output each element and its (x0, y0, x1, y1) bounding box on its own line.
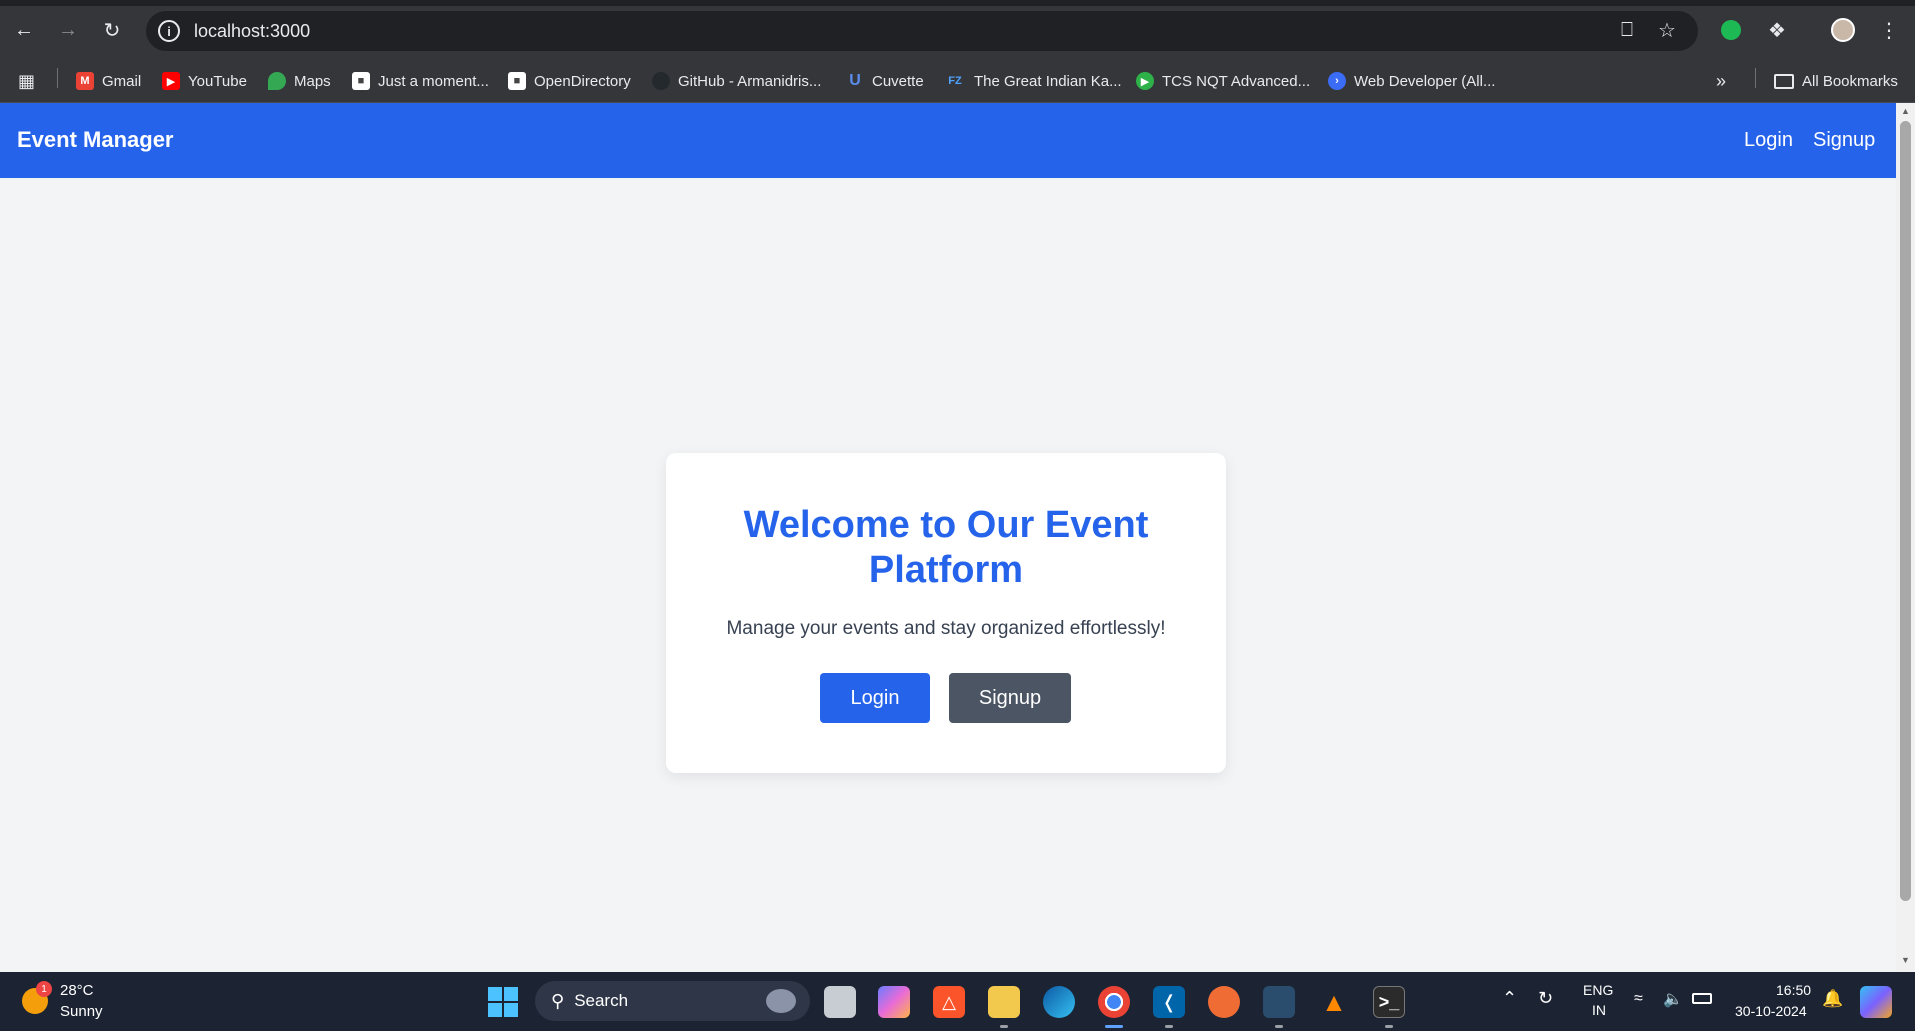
sync-icon[interactable]: ↻ (1538, 988, 1553, 1009)
weather-badge: 1 (36, 981, 52, 997)
site-info-icon[interactable]: i (158, 20, 180, 42)
postman-icon[interactable] (1208, 986, 1240, 1018)
running-indicator (1000, 1025, 1008, 1028)
copilot-pre-icon[interactable] (1860, 986, 1892, 1018)
bookmark-tcs-nqt[interactable]: ▶ TCS NQT Advanced... (1136, 68, 1310, 94)
bookmark-maps[interactable]: Maps (268, 68, 331, 94)
reload-icon[interactable]: ↻ (96, 14, 128, 46)
file-explorer-icon[interactable] (988, 986, 1020, 1018)
fz-icon: FZ (948, 75, 962, 87)
active-indicator (1105, 1025, 1123, 1028)
install-app-icon[interactable]: ⎕ (1612, 15, 1642, 45)
chrome-browser-icon[interactable] (1098, 986, 1130, 1018)
all-bookmarks-folder[interactable]: All Bookmarks (1774, 68, 1898, 94)
app-brand[interactable]: Event Manager (17, 127, 174, 153)
show-hidden-icons-chevron-icon[interactable]: ⌃ (1502, 988, 1517, 1009)
language-line2[interactable]: IN (1592, 1002, 1606, 1018)
page-icon: ■ (352, 72, 370, 90)
browser-toolbar: ← → ↻ i localhost:3000 ⎕ ☆ ❖ ⋮ (0, 0, 1915, 60)
page-icon: ■ (508, 72, 526, 90)
windows-start-icon[interactable] (487, 986, 519, 1018)
profile-avatar[interactable] (1828, 15, 1858, 45)
address-bar[interactable]: i localhost:3000 (146, 11, 1698, 51)
terminal-icon[interactable]: >_ (1373, 986, 1405, 1018)
windows-taskbar: 1 28°C Sunny ⚲ Search △ ❬ ▲ >_ ⌃ ↻ ENG I… (0, 972, 1915, 1031)
signup-button[interactable]: Signup (949, 673, 1071, 723)
copilot-icon[interactable] (878, 986, 910, 1018)
bookmark-star-icon[interactable]: ☆ (1652, 15, 1682, 45)
clock-time[interactable]: 16:50 (1776, 982, 1811, 998)
nav-login-link[interactable]: Login (1744, 129, 1793, 152)
bookmark-youtube[interactable]: ▶ YouTube (162, 68, 247, 94)
tab-strip (0, 0, 1915, 6)
notification-bell-icon[interactable]: 🔔 (1822, 989, 1843, 1009)
search-label: Search (574, 991, 629, 1010)
edge-browser-icon[interactable] (1043, 986, 1075, 1018)
cuvette-icon: U (849, 72, 861, 89)
running-indicator (1165, 1025, 1173, 1028)
battery-icon[interactable] (1692, 991, 1712, 1008)
bookmark-gmail[interactable]: M Gmail (76, 68, 141, 94)
bookmark-divider (1755, 68, 1756, 88)
wifi-icon[interactable]: ≈ (1634, 990, 1643, 1008)
running-indicator (1275, 1025, 1283, 1028)
bookmark-github[interactable]: GitHub - Armanidris... (652, 68, 821, 94)
taskbar-search[interactable]: ⚲ Search (535, 981, 810, 1021)
page-scrollbar[interactable]: ▲ ▼ (1896, 103, 1915, 972)
more-bookmarks-chevron-icon[interactable]: » (1716, 68, 1726, 94)
login-button[interactable]: Login (820, 673, 930, 723)
menu-kebab-icon[interactable]: ⋮ (1874, 15, 1904, 45)
welcome-subtitle: Manage your events and stay organized ef… (726, 618, 1166, 639)
volume-icon[interactable]: 🔈 (1663, 989, 1683, 1009)
github-icon (652, 72, 670, 90)
brave-browser-icon[interactable]: △ (933, 986, 965, 1018)
tcs-icon: ▶ (1136, 72, 1154, 90)
app-navbar: Event Manager Login Signup (0, 103, 1896, 178)
extensions-puzzle-icon[interactable]: ❖ (1762, 15, 1792, 45)
language-line1[interactable]: ENG (1583, 982, 1613, 998)
forward-icon[interactable]: → (52, 14, 84, 46)
welcome-card: Welcome to Our Event Platform Manage you… (666, 453, 1226, 773)
weather-temp[interactable]: 28°C (60, 982, 94, 999)
search-icon: ⚲ (551, 990, 565, 1011)
weather-condition[interactable]: Sunny (60, 1003, 103, 1020)
scroll-down-arrow-icon[interactable]: ▼ (1900, 955, 1911, 967)
mysql-workbench-icon[interactable] (1263, 986, 1295, 1018)
bookmark-divider (57, 68, 58, 88)
web-dev-icon: › (1328, 72, 1346, 90)
task-view-icon[interactable] (824, 986, 856, 1018)
vscode-icon[interactable]: ❬ (1153, 986, 1185, 1018)
bookmark-just-a-moment[interactable]: ■ Just a moment... (352, 68, 489, 94)
bookmark-cuvette[interactable]: U Cuvette (846, 68, 923, 94)
gmail-icon: M (76, 72, 94, 90)
welcome-title: Welcome to Our Event Platform (743, 504, 1149, 591)
scrollbar-thumb[interactable] (1900, 121, 1911, 901)
nav-signup-link[interactable]: Signup (1813, 129, 1875, 152)
back-icon[interactable]: ← (8, 14, 40, 46)
running-indicator (1385, 1025, 1393, 1028)
bookmark-web-developer[interactable]: › Web Developer (All... (1328, 68, 1495, 94)
folder-icon (1774, 73, 1794, 89)
youtube-icon: ▶ (162, 72, 180, 90)
scroll-up-arrow-icon[interactable]: ▲ (1900, 106, 1911, 118)
clock-date[interactable]: 30-10-2024 (1735, 1003, 1807, 1019)
vlc-icon[interactable]: ▲ (1318, 986, 1350, 1018)
bookmarks-bar: ▦ M Gmail ▶ YouTube Maps ■ Just a moment… (0, 60, 1915, 103)
bookmark-opendirectory[interactable]: ■ OpenDirectory (508, 68, 631, 94)
extension-green-icon[interactable] (1716, 15, 1746, 45)
bookmark-great-indian[interactable]: FZ The Great Indian Ka... (944, 68, 1121, 94)
url-text[interactable]: localhost:3000 (194, 21, 310, 42)
apps-grid-icon[interactable]: ▦ (18, 68, 35, 94)
page-viewport: Event Manager Login Signup Welcome to Ou… (0, 103, 1896, 972)
search-highlight-icon (766, 989, 796, 1013)
maps-icon (268, 72, 286, 90)
